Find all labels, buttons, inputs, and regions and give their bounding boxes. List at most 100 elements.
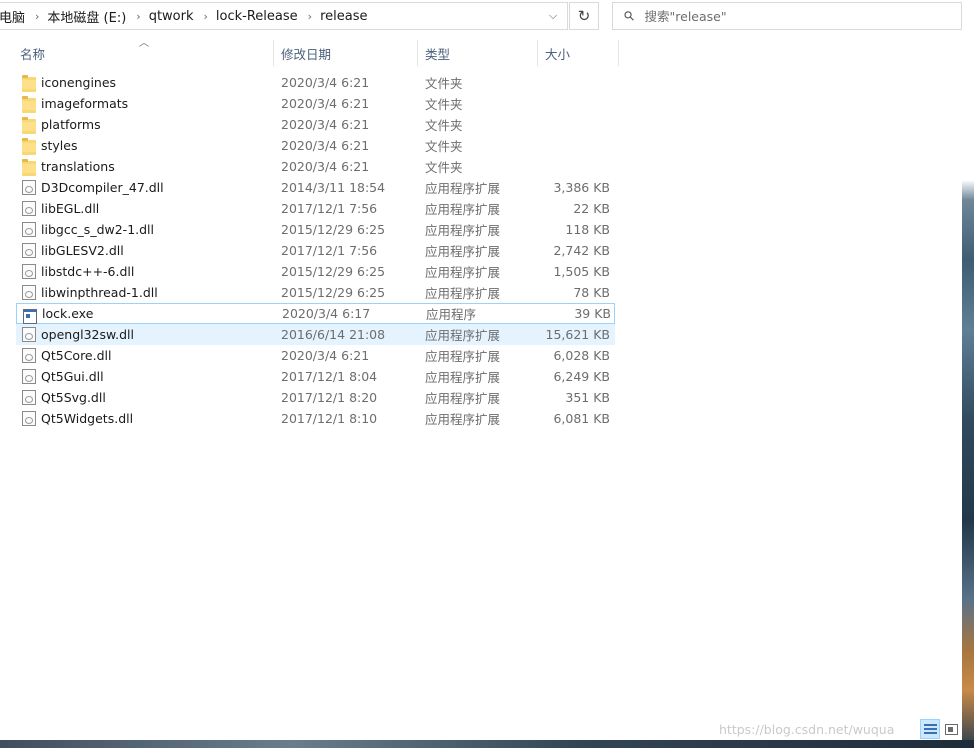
refresh-button[interactable]: ↻ <box>569 2 599 30</box>
file-row[interactable]: libwinpthread-1.dll 2015/12/29 6:25 应用程序扩展… <box>16 282 615 303</box>
large-icons-view-button[interactable] <box>941 719 961 739</box>
column-divider[interactable] <box>273 40 274 66</box>
file-type: 应用程序扩展 <box>425 265 501 280</box>
dll-file-icon <box>22 180 36 195</box>
file-name: styles <box>41 138 78 153</box>
file-row[interactable]: D3Dcompiler_47.dll 2014/3/11 18:54 应用程序扩展 3… <box>16 177 615 198</box>
file-row[interactable]: imageformats 2020/3/4 6:21 文件夹 <box>16 93 615 114</box>
file-type: 应用程序扩展 <box>425 244 501 259</box>
breadcrumb-qtwork[interactable]: qtwork › <box>149 9 216 24</box>
dll-file-icon <box>22 369 36 384</box>
file-row[interactable]: libgcc_s_dw2-1.dll 2015/12/29 6:25 应用程序扩展 1… <box>16 219 615 240</box>
file-name: Qt5Gui.dll <box>41 369 104 384</box>
breadcrumb-label: 本地磁盘 (E:) <box>47 10 127 26</box>
breadcrumb-label: lock-Release <box>215 8 298 24</box>
column-divider[interactable] <box>417 40 418 66</box>
column-header: 名称 修改日期 类型 大小 <box>0 40 620 66</box>
dll-file-icon <box>22 348 36 363</box>
file-date: 2020/3/4 6:17 <box>282 306 371 321</box>
address-toolbar: 此电脑 › 本地磁盘 (E:) › qtwork › lock-Release › re… <box>0 0 962 34</box>
file-date: 2020/3/4 6:21 <box>281 138 370 153</box>
column-name[interactable]: 名称 <box>20 40 270 66</box>
file-row[interactable]: translations 2020/3/4 6:21 文件夹 <box>16 156 615 177</box>
folder-icon <box>22 96 36 113</box>
desktop-background <box>962 0 974 748</box>
file-size: 78 KB <box>573 285 610 300</box>
file-date: 2015/12/29 6:25 <box>281 264 386 279</box>
search-box[interactable]: ⚲ <box>612 2 962 30</box>
folder-icon <box>22 159 36 176</box>
file-row[interactable]: Qt5Widgets.dll 2017/12/1 8:10 应用程序扩展 6,081 … <box>16 408 615 429</box>
search-input[interactable] <box>644 8 925 24</box>
chevron-down-icon[interactable]: ⌵ <box>540 3 566 29</box>
file-name: D3Dcompiler_47.dll <box>41 180 164 195</box>
chevron-right-icon: › <box>307 9 313 23</box>
file-date: 2020/3/4 6:21 <box>281 117 370 132</box>
dll-file-icon <box>22 285 36 300</box>
column-divider[interactable] <box>618 40 619 66</box>
watermark-text: https://blog.csdn.net/wuqua <box>719 722 895 737</box>
column-date[interactable]: 修改日期 <box>281 40 411 66</box>
file-size: 39 KB <box>574 306 611 321</box>
file-date: 2020/3/4 6:21 <box>281 159 370 174</box>
dll-file-icon <box>22 264 36 279</box>
column-divider[interactable] <box>537 40 538 66</box>
breadcrumb-lock-release[interactable]: lock-Release › <box>216 9 320 24</box>
column-type[interactable]: 类型 <box>425 40 525 66</box>
file-size: 6,028 KB <box>553 348 610 363</box>
file-date: 2015/12/29 6:25 <box>281 222 386 237</box>
file-row[interactable]: libstdc++-6.dll 2015/12/29 6:25 应用程序扩展 1,50… <box>16 261 615 282</box>
file-size: 2,742 KB <box>553 243 610 258</box>
file-date: 2017/12/1 7:56 <box>281 201 378 216</box>
file-row[interactable]: Qt5Svg.dll 2017/12/1 8:20 应用程序扩展 351 KB <box>16 387 615 408</box>
address-bar[interactable]: 此电脑 › 本地磁盘 (E:) › qtwork › lock-Release › re… <box>0 2 568 30</box>
breadcrumb-this-pc[interactable]: 此电脑 › <box>0 7 47 26</box>
breadcrumb-drive-e[interactable]: 本地磁盘 (E:) › <box>47 7 148 26</box>
dll-file-icon <box>22 201 36 216</box>
file-row[interactable]: styles 2020/3/4 6:21 文件夹 <box>16 135 615 156</box>
file-row[interactable]: Qt5Core.dll 2020/3/4 6:21 应用程序扩展 6,028 KB <box>16 345 615 366</box>
file-date: 2020/3/4 6:21 <box>281 348 370 363</box>
chevron-right-icon: › <box>35 9 40 23</box>
breadcrumb-release[interactable]: release <box>320 9 367 24</box>
file-type: 文件夹 <box>425 97 463 112</box>
breadcrumb-label: release <box>320 8 368 24</box>
search-icon: ⚲ <box>621 7 639 25</box>
file-row[interactable]: iconengines 2020/3/4 6:21 文件夹 <box>16 72 615 93</box>
dll-file-icon <box>22 222 36 237</box>
folder-icon <box>22 138 36 155</box>
refresh-icon: ↻ <box>577 7 591 25</box>
dll-file-icon <box>22 411 36 426</box>
details-view-button[interactable] <box>920 719 940 739</box>
file-name: libwinpthread-1.dll <box>41 285 158 300</box>
file-name: translations <box>41 159 115 174</box>
file-row[interactable]: opengl32sw.dll 2016/6/14 21:08 应用程序扩展 15,62… <box>16 324 615 345</box>
file-type: 应用程序扩展 <box>425 391 501 406</box>
file-size: 351 KB <box>565 390 610 405</box>
file-type: 文件夹 <box>425 160 463 175</box>
file-row[interactable]: platforms 2020/3/4 6:21 文件夹 <box>16 114 615 135</box>
file-size: 1,505 KB <box>553 264 610 279</box>
file-type: 应用程序扩展 <box>425 181 501 196</box>
file-row[interactable]: libGLESV2.dll 2017/12/1 7:56 应用程序扩展 2,742 K… <box>16 240 615 261</box>
file-type: 文件夹 <box>425 76 463 91</box>
file-type: 应用程序扩展 <box>425 349 501 364</box>
details-view-icon <box>923 723 937 735</box>
column-size[interactable]: 大小 <box>545 40 615 66</box>
large-icons-view-icon <box>944 723 958 735</box>
file-row[interactable]: Qt5Gui.dll 2017/12/1 8:04 应用程序扩展 6,249 KB <box>16 366 615 387</box>
file-name: Qt5Svg.dll <box>41 390 106 405</box>
file-date: 2020/3/4 6:21 <box>281 96 370 111</box>
file-name: platforms <box>41 117 101 132</box>
file-type: 应用程序扩展 <box>425 202 501 217</box>
file-date: 2017/12/1 8:20 <box>281 390 378 405</box>
file-size: 15,621 KB <box>545 327 610 342</box>
folder-icon <box>22 75 36 92</box>
file-name: opengl32sw.dll <box>41 327 134 342</box>
file-row[interactable]: libEGL.dll 2017/12/1 7:56 应用程序扩展 22 KB <box>16 198 615 219</box>
file-name: Qt5Widgets.dll <box>41 411 134 426</box>
exe-file-icon <box>23 309 37 324</box>
file-name: Qt5Core.dll <box>41 348 112 363</box>
file-row[interactable]: lock.exe 2020/3/4 6:17 应用程序 39 KB <box>16 303 615 324</box>
file-date: 2016/6/14 21:08 <box>281 327 386 342</box>
